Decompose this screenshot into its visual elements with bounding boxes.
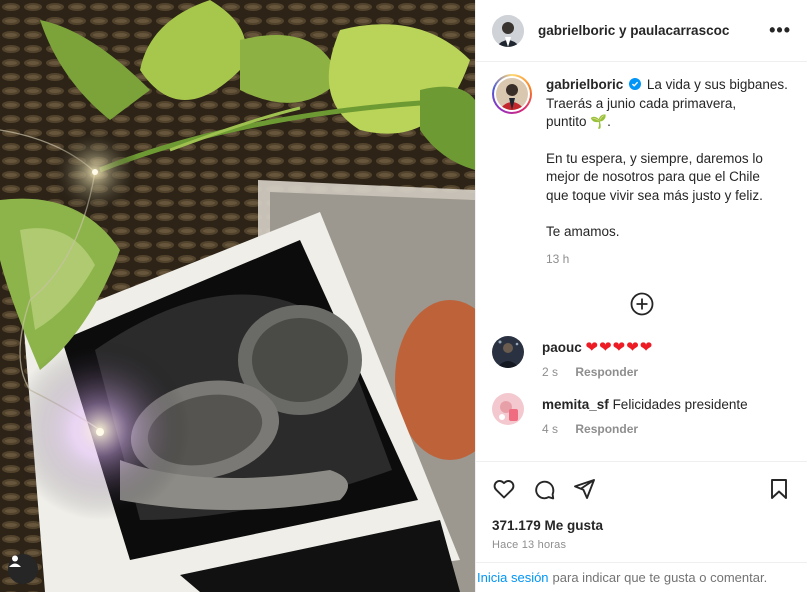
- post-side-panel: gabrielboric y paulacarrascoc ••• gabrie…: [475, 0, 807, 592]
- login-prompt-text: para indicar que te gusta o comentar.: [552, 570, 768, 585]
- post-header: gabrielboric y paulacarrascoc •••: [476, 0, 807, 62]
- likes-count[interactable]: 371.179 Me gusta: [492, 518, 791, 533]
- post-age[interactable]: Hace 13 horas: [492, 539, 791, 551]
- comment-username[interactable]: paouc: [542, 340, 582, 355]
- comment-time[interactable]: 4 s: [542, 422, 558, 436]
- comment-text: Felicidades presidente: [612, 397, 748, 412]
- caption-p2-line-1: En tu espera, y siempre, daremos lo: [546, 150, 763, 166]
- comment-username[interactable]: memita_sf: [542, 397, 609, 412]
- comment-time[interactable]: 2 s: [542, 365, 558, 379]
- load-more-comments-icon[interactable]: [630, 292, 654, 316]
- login-link[interactable]: Inicia sesión: [477, 570, 549, 585]
- caption-p3: Te amamos.: [546, 224, 620, 239]
- comment-text: ❤❤❤❤❤: [585, 339, 654, 356]
- save-bookmark-icon[interactable]: [767, 477, 791, 501]
- verified-badge-icon: [629, 78, 642, 90]
- avatar-portrait: [492, 14, 524, 47]
- post-image[interactable]: [0, 0, 475, 592]
- comment-meta: 2 s Responder: [542, 365, 653, 379]
- instagram-post-modal: gabrielboric y paulacarrascoc ••• gabrie…: [0, 0, 807, 592]
- avatar-portrait-caption: [496, 78, 528, 110]
- comment-body: paouc ❤❤❤❤❤ 2 s Responder: [542, 336, 653, 379]
- avatar-commenter-1: [492, 336, 524, 368]
- post-caption: gabrielboric La vida y sus bigbanes. Tra…: [476, 62, 807, 268]
- caption-line-1: La vida y sus bigbanes.: [646, 77, 788, 92]
- reply-button[interactable]: Responder: [575, 422, 638, 436]
- load-more-comments: [476, 292, 807, 316]
- comment-meta: 4 s Responder: [542, 422, 748, 436]
- login-prompt: Inicia sesión para indicar que te gusta …: [476, 562, 807, 592]
- share-paper-plane-icon[interactable]: [572, 477, 596, 501]
- like-heart-icon[interactable]: [492, 477, 516, 501]
- reply-button[interactable]: Responder: [575, 365, 638, 379]
- more-options-button[interactable]: •••: [769, 20, 791, 41]
- avatar-commenter-2: [492, 393, 524, 425]
- ultrasound-photo: [0, 0, 475, 592]
- caption-username[interactable]: gabrielboric: [546, 77, 623, 92]
- user-icon: [9, 555, 21, 567]
- caption-avatar: [496, 78, 528, 110]
- action-icons: [492, 462, 791, 516]
- commenter-avatar[interactable]: [492, 393, 524, 425]
- author-avatar[interactable]: [492, 14, 524, 47]
- story-ring[interactable]: [492, 74, 532, 114]
- profile-icon[interactable]: [8, 554, 38, 584]
- caption-p2-line-2: mejor de nosotros para que el Chile: [546, 169, 760, 184]
- comment-bubble-icon[interactable]: [532, 477, 556, 501]
- caption-body: gabrielboric La vida y sus bigbanes. Tra…: [546, 74, 788, 268]
- post-actions: 371.179 Me gusta Hace 13 horas: [476, 461, 807, 551]
- header-usernames[interactable]: gabrielboric y paulacarrascoc: [538, 23, 769, 38]
- comment-item: memita_sf Felicidades presidente 4 s Res…: [476, 393, 807, 436]
- comment-body: memita_sf Felicidades presidente 4 s Res…: [542, 393, 748, 436]
- caption-line-2: Traerás a junio cada primavera,: [546, 95, 737, 111]
- comment-item: paouc ❤❤❤❤❤ 2 s Responder: [476, 336, 807, 379]
- commenter-avatar[interactable]: [492, 336, 524, 368]
- caption-line-3: puntito 🌱.: [546, 114, 611, 129]
- caption-p2-line-3: que toque vivir sea más justo y feliz.: [546, 187, 763, 203]
- caption-time[interactable]: 13 h: [546, 250, 788, 269]
